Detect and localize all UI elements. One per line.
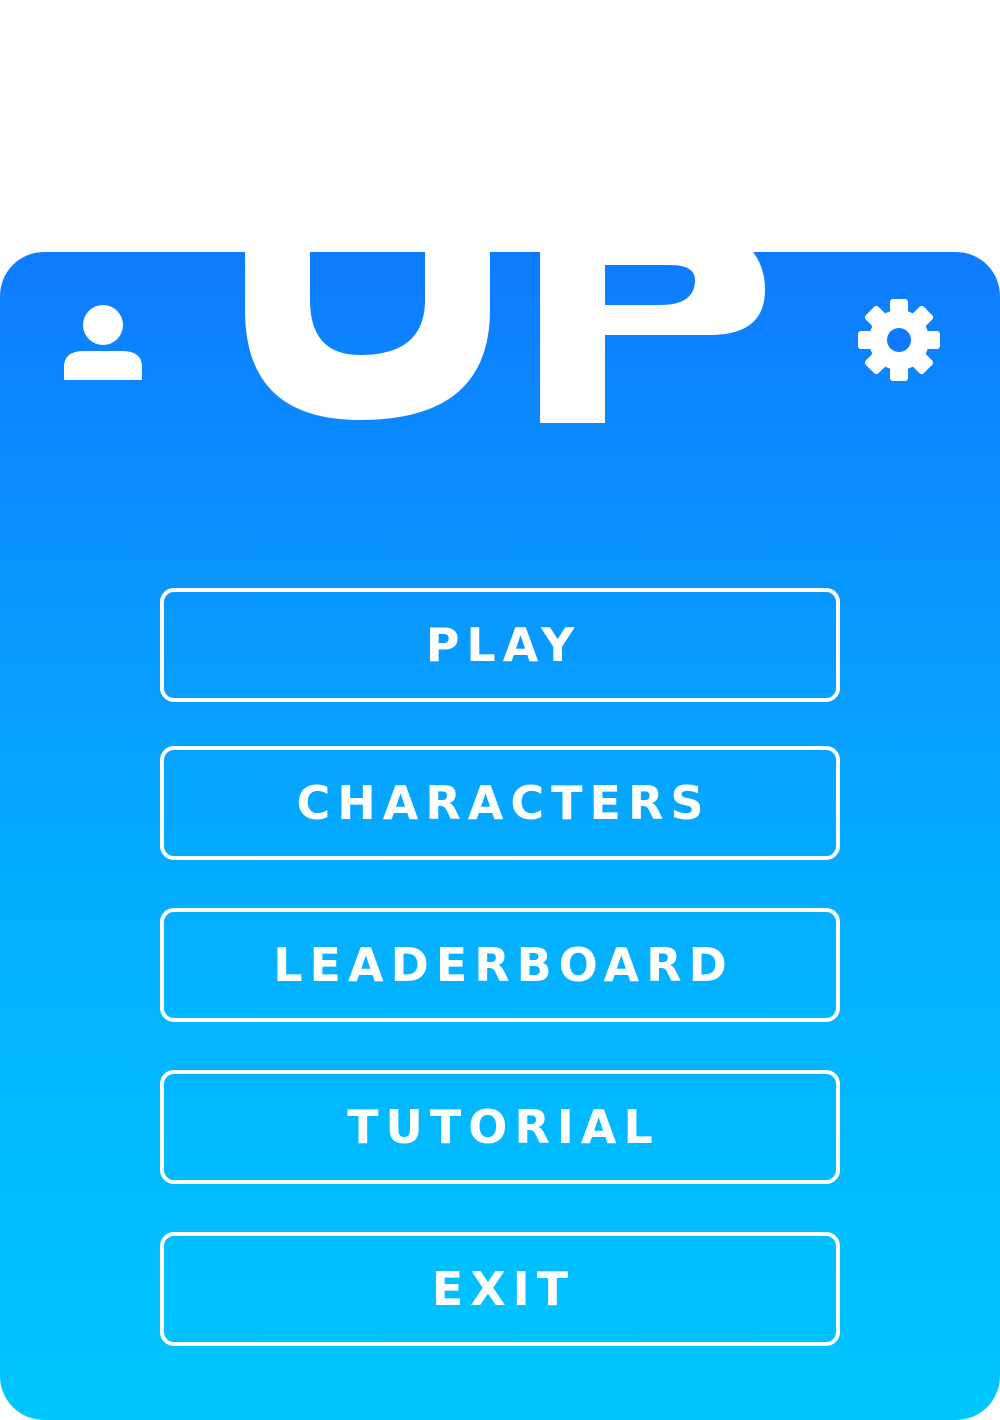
logo-letter-u <box>245 140 490 420</box>
tutorial-button[interactable]: TUTORIAL <box>160 1070 840 1184</box>
play-button-label: PLAY <box>425 618 582 672</box>
profile-button[interactable] <box>58 295 148 385</box>
user-icon <box>64 305 142 380</box>
characters-button-label: CHARACTERS <box>296 776 711 830</box>
game-logo <box>230 120 790 440</box>
settings-button[interactable] <box>854 295 944 385</box>
tutorial-button-label: TUTORIAL <box>347 1100 660 1154</box>
characters-button[interactable]: CHARACTERS <box>160 746 840 860</box>
leaderboard-button[interactable]: LEADERBOARD <box>160 908 840 1022</box>
play-button[interactable]: PLAY <box>160 588 840 702</box>
exit-button[interactable]: EXIT <box>160 1232 840 1346</box>
logo-letter-p <box>540 215 765 423</box>
gear-icon <box>858 299 940 381</box>
exit-button-label: EXIT <box>431 1262 576 1316</box>
leaderboard-button-label: LEADERBOARD <box>273 938 734 992</box>
main-menu-screen: PLAY CHARACTERS LEADERBOARD TUTORIAL EXI… <box>0 0 1000 1420</box>
